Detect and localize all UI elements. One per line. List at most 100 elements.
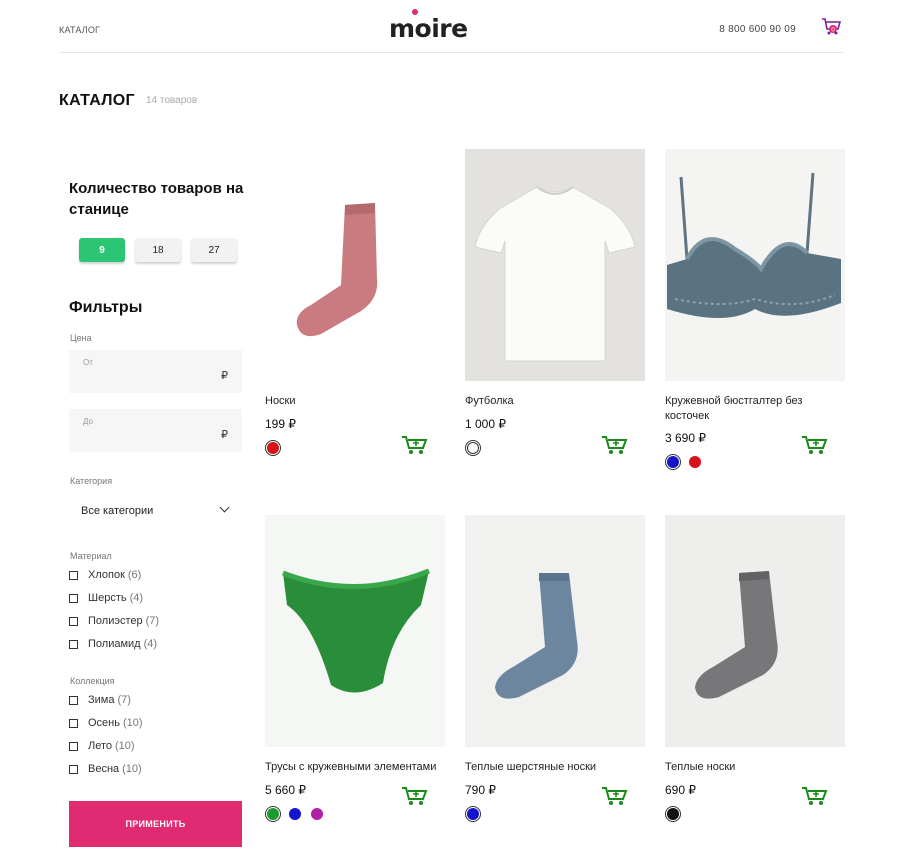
filter-sidebar: Количество товаров на станице 9 18 27 Фи… bbox=[69, 178, 243, 847]
material-count: (7) bbox=[145, 615, 160, 627]
logo-dot bbox=[412, 9, 418, 15]
material-checkbox[interactable]: Полиамид (4) bbox=[69, 638, 157, 650]
color-swatch[interactable] bbox=[287, 806, 303, 822]
cart-count: 0 bbox=[831, 27, 835, 34]
per-page-27-button[interactable]: 27 bbox=[191, 238, 237, 262]
per-page-18-button[interactable]: 18 bbox=[135, 238, 181, 262]
product-card[interactable]: Футболка 1 000 ₽ bbox=[465, 149, 645, 456]
product-price: 1 000 ₽ bbox=[465, 417, 506, 431]
product-image[interactable] bbox=[265, 149, 445, 381]
checkbox-icon[interactable] bbox=[69, 616, 78, 626]
collection-count: (7) bbox=[117, 694, 131, 706]
price-to-field[interactable]: До ₽ bbox=[69, 409, 242, 452]
header-cart-button[interactable]: 0 bbox=[821, 16, 843, 38]
category-value: Все категории bbox=[81, 505, 154, 517]
color-swatch[interactable] bbox=[265, 806, 281, 822]
color-swatches bbox=[265, 806, 325, 822]
color-swatch[interactable] bbox=[687, 454, 703, 470]
add-to-cart-button[interactable] bbox=[601, 434, 629, 456]
product-name[interactable]: Футболка bbox=[465, 394, 514, 409]
swatch-fill bbox=[311, 808, 323, 820]
product-name[interactable]: Носки bbox=[265, 394, 296, 409]
checkbox-icon[interactable] bbox=[69, 570, 78, 580]
product-image[interactable] bbox=[465, 515, 645, 747]
color-swatch[interactable] bbox=[265, 440, 281, 456]
material-checkbox[interactable]: Полиэстер (7) bbox=[69, 615, 159, 627]
swatch-fill bbox=[267, 808, 279, 820]
per-page-9-button[interactable]: 9 bbox=[79, 238, 125, 262]
product-name[interactable]: Кружевной бюстгалтер без косточек bbox=[665, 394, 805, 424]
color-swatches bbox=[665, 806, 681, 822]
category-select[interactable]: Все категории bbox=[69, 501, 242, 523]
collection-checkbox[interactable]: Осень (10) bbox=[69, 717, 143, 729]
checkbox-icon[interactable] bbox=[69, 639, 78, 649]
color-swatch[interactable] bbox=[665, 454, 681, 470]
material-name: Полиэстер bbox=[88, 615, 143, 627]
collection-name: Осень bbox=[88, 717, 120, 729]
phone-link[interactable]: 8 800 600 90 09 bbox=[719, 24, 796, 35]
swatch-fill bbox=[667, 456, 679, 468]
product-price: 199 ₽ bbox=[265, 417, 296, 431]
product-card[interactable]: Трусы с кружевными элементами 5 660 ₽ bbox=[265, 515, 445, 822]
swatch-fill bbox=[289, 808, 301, 820]
checkbox-icon[interactable] bbox=[69, 718, 78, 728]
collection-count: (10) bbox=[122, 763, 142, 775]
cart-plus-icon bbox=[402, 787, 428, 805]
product-card[interactable]: Теплые шерстяные носки 790 ₽ bbox=[465, 515, 645, 822]
material-name: Хлопок bbox=[88, 569, 125, 581]
add-to-cart-button[interactable] bbox=[401, 785, 429, 807]
collection-name: Весна bbox=[88, 763, 120, 775]
product-image[interactable] bbox=[465, 149, 645, 381]
collection-count: (10) bbox=[122, 717, 143, 729]
page-title: КАТАЛОГ bbox=[59, 92, 135, 109]
price-from-currency: ₽ bbox=[221, 370, 228, 382]
color-swatch[interactable] bbox=[665, 806, 681, 822]
product-card[interactable]: Кружевной бюстгалтер без косточек 3 690 … bbox=[665, 149, 845, 470]
material-checkbox[interactable]: Хлопок (6) bbox=[69, 569, 141, 581]
price-from-field[interactable]: От ₽ bbox=[69, 350, 242, 393]
add-to-cart-button[interactable] bbox=[401, 434, 429, 456]
add-to-cart-button[interactable] bbox=[801, 785, 829, 807]
color-swatches bbox=[465, 806, 481, 822]
product-card[interactable]: Носки 199 ₽ bbox=[265, 149, 445, 456]
collection-checkbox[interactable]: Лето (10) bbox=[69, 740, 135, 752]
apply-filters-button[interactable]: ПРИМЕНИТЬ bbox=[69, 801, 242, 847]
color-swatch[interactable] bbox=[465, 806, 481, 822]
product-image[interactable] bbox=[265, 515, 445, 747]
checkbox-icon[interactable] bbox=[69, 741, 78, 751]
product-card[interactable]: Теплые носки 690 ₽ bbox=[665, 515, 845, 822]
checkbox-icon[interactable] bbox=[69, 764, 78, 774]
collection-checkbox[interactable]: Зима (7) bbox=[69, 694, 131, 706]
color-swatches bbox=[265, 440, 281, 456]
material-count: (4) bbox=[143, 638, 158, 650]
logo-text: moire bbox=[389, 14, 468, 43]
swatch-fill bbox=[689, 456, 701, 468]
product-name[interactable]: Теплые шерстяные носки bbox=[465, 760, 596, 775]
filters-title: Фильтры bbox=[69, 299, 143, 316]
checkbox-icon[interactable] bbox=[69, 593, 78, 603]
add-to-cart-button[interactable] bbox=[801, 434, 829, 456]
product-image[interactable] bbox=[665, 515, 845, 747]
swatch-fill bbox=[467, 442, 479, 454]
collection-name: Зима bbox=[88, 694, 115, 706]
product-name[interactable]: Трусы с кружевными элементами bbox=[265, 760, 436, 775]
category-label: Категория bbox=[70, 476, 113, 486]
collection-checkbox[interactable]: Весна (10) bbox=[69, 763, 142, 775]
collection-name: Лето bbox=[88, 740, 113, 752]
material-checkbox[interactable]: Шерсть (4) bbox=[69, 592, 143, 604]
add-to-cart-button[interactable] bbox=[601, 785, 629, 807]
material-label: Материал bbox=[70, 551, 112, 561]
color-swatch[interactable] bbox=[309, 806, 325, 822]
nav-catalog-link[interactable]: КАТАЛОГ bbox=[59, 25, 100, 35]
site-logo[interactable]: moire bbox=[389, 9, 468, 43]
product-price: 3 690 ₽ bbox=[665, 431, 706, 445]
collection-label: Коллекция bbox=[70, 676, 115, 686]
product-price: 5 660 ₽ bbox=[265, 783, 306, 797]
product-name[interactable]: Теплые носки bbox=[665, 760, 735, 775]
price-to-currency: ₽ bbox=[221, 429, 228, 441]
cart-plus-icon bbox=[802, 787, 828, 805]
product-image[interactable] bbox=[665, 149, 845, 381]
checkbox-icon[interactable] bbox=[69, 695, 78, 705]
price-to-placeholder: До bbox=[83, 417, 93, 426]
color-swatch[interactable] bbox=[465, 440, 481, 456]
